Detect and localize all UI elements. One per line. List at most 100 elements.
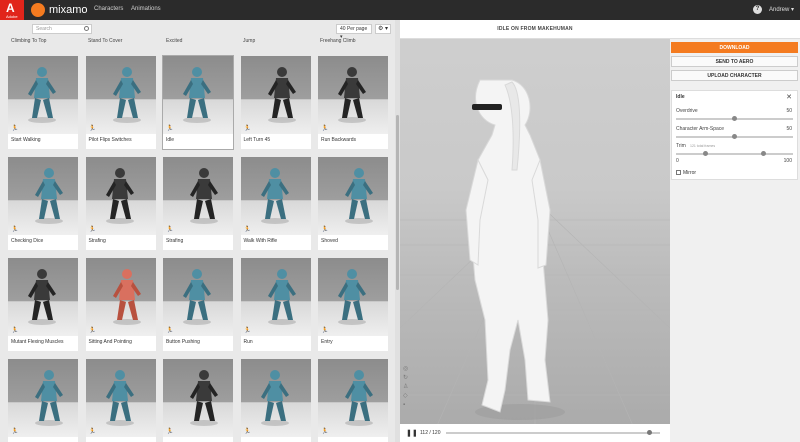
nav-characters[interactable]: Characters: [94, 6, 123, 12]
animation-thumbnail[interactable]: [8, 258, 78, 336]
download-button[interactable]: DOWNLOAD: [671, 42, 798, 53]
user-menu[interactable]: Andrew ▾: [769, 6, 794, 13]
animation-card[interactable]: 🏃 Strafing: [85, 157, 156, 250]
animation-card[interactable]: 🏃 Strafing: [163, 157, 233, 250]
animation-type-icon: 🏃: [166, 126, 174, 132]
animation-thumbnail[interactable]: [163, 258, 233, 336]
animation-type-icon: 🏃: [11, 126, 19, 132]
animation-thumbnail[interactable]: [240, 359, 311, 437]
trim-start-handle[interactable]: [702, 151, 708, 156]
animation-card[interactable]: 🏃 Walk With Rifle: [240, 157, 311, 250]
animation-thumbnail[interactable]: [85, 359, 156, 437]
animation-card[interactable]: 🏃 Idle: [163, 56, 233, 149]
animation-card[interactable]: 🏃: [318, 359, 388, 442]
adobe-logo[interactable]: A Adobe: [0, 0, 24, 20]
animation-card[interactable]: 🏃 Entry: [318, 258, 388, 351]
search-icon[interactable]: [84, 26, 89, 31]
card-label: Run: [243, 339, 253, 345]
card-label[interactable]: Stand To Cover: [88, 38, 122, 44]
overdrive-slider-handle[interactable]: [732, 116, 737, 121]
animation-thumbnail[interactable]: [318, 258, 388, 336]
animation-type-icon: 🏃: [166, 429, 174, 435]
animation-card[interactable]: 🏃 Run Backwards: [318, 56, 388, 149]
send-to-aero-button[interactable]: SEND TO AERO: [671, 56, 798, 67]
card-label[interactable]: Freehang Climb: [320, 38, 356, 44]
help-icon[interactable]: ?: [753, 5, 762, 14]
animation-card[interactable]: 🏃: [8, 359, 78, 442]
camera-icon[interactable]: ◎: [403, 365, 408, 374]
card-label[interactable]: Climbing To Top: [11, 38, 46, 44]
animation-card[interactable]: 🏃 Start Walking: [8, 56, 78, 149]
animation-thumbnail[interactable]: [318, 157, 388, 235]
animation-thumbnail[interactable]: [8, 157, 78, 235]
animation-thumbnail[interactable]: [163, 157, 233, 235]
adobe-mark: A: [6, 1, 15, 15]
animation-thumbnail[interactable]: [85, 157, 156, 235]
animation-thumbnail[interactable]: [318, 56, 388, 134]
animation-thumbnail[interactable]: [85, 258, 156, 336]
animation-thumbnail[interactable]: [240, 56, 311, 134]
mixamo-logo-icon: [31, 3, 45, 17]
animation-thumbnail[interactable]: [240, 258, 311, 336]
arm-space-slider-handle[interactable]: [732, 134, 737, 139]
search-placeholder: Search: [36, 26, 52, 32]
card-label: Run Backwards: [321, 137, 357, 143]
skeleton-icon[interactable]: ♙: [403, 383, 408, 392]
animation-type-icon: 🏃: [166, 328, 174, 334]
figure-silhouette: [105, 168, 134, 224]
animation-thumbnail[interactable]: [163, 56, 233, 134]
record-icon[interactable]: ▪: [403, 401, 408, 410]
nav-animations[interactable]: Animations: [131, 6, 161, 12]
brand-name[interactable]: mixamo: [49, 3, 88, 17]
light-icon[interactable]: ◇: [403, 392, 408, 401]
card-label: Mutant Flexing Muscles: [11, 339, 64, 345]
gear-icon[interactable]: ⚙ ▾: [375, 24, 391, 34]
arm-space-slider[interactable]: [676, 134, 793, 139]
pause-icon[interactable]: ❚❚: [406, 429, 418, 437]
figure-silhouette: [183, 67, 211, 123]
animation-card[interactable]: 🏃 Sitting And Pointing: [85, 258, 156, 351]
animation-card[interactable]: 🏃 Shoved: [318, 157, 388, 250]
trim-end-handle[interactable]: [761, 151, 767, 156]
per-page-select[interactable]: 40 Per page ▾: [336, 24, 372, 40]
rotate-icon[interactable]: ↻: [403, 374, 408, 383]
animation-card[interactable]: 🏃: [240, 359, 311, 442]
figure-silhouette: [345, 370, 373, 426]
3d-viewport[interactable]: [400, 20, 670, 442]
overdrive-slider[interactable]: [676, 116, 793, 121]
timeline-track[interactable]: [446, 432, 660, 434]
animation-type-icon: 🏃: [88, 126, 96, 132]
card-label: Strafing: [166, 238, 184, 244]
mirror-checkbox[interactable]: [676, 170, 681, 175]
animation-type-icon: 🏃: [166, 227, 174, 233]
animation-card[interactable]: 🏃: [85, 359, 156, 442]
viewer-title: IDLE ON FROM MAKEHUMAN: [497, 26, 573, 32]
scrollbar-thumb[interactable]: [396, 115, 399, 290]
close-icon[interactable]: ✕: [786, 93, 792, 101]
card-label[interactable]: Excited: [166, 38, 182, 44]
top-bar: A Adobe mixamo Characters Animations ? A…: [0, 0, 800, 20]
animation-thumbnail[interactable]: [8, 359, 78, 437]
card-label: Pilot Flips Switches: [88, 137, 132, 143]
animation-card[interactable]: 🏃 Button Pushing: [163, 258, 233, 351]
overdrive-label: Overdrive: [676, 108, 698, 114]
card-label[interactable]: Jump: [243, 38, 255, 44]
timeline-knob[interactable]: [647, 430, 652, 435]
animation-thumbnail[interactable]: [8, 56, 78, 134]
animation-thumbnail[interactable]: [163, 359, 233, 437]
card-label: Left Turn 45: [243, 137, 271, 143]
animation-card[interactable]: 🏃: [163, 359, 233, 442]
animation-card[interactable]: 🏃 Mutant Flexing Muscles: [8, 258, 78, 351]
animation-thumbnail[interactable]: [318, 359, 388, 437]
figure-silhouette: [190, 168, 218, 224]
animation-card[interactable]: 🏃 Left Turn 45: [240, 56, 311, 149]
animation-card[interactable]: 🏃 Checking Dice: [8, 157, 78, 250]
trim-slider[interactable]: [676, 151, 793, 156]
animation-thumbnail[interactable]: [240, 157, 311, 235]
upload-character-button[interactable]: UPLOAD CHARACTER: [671, 70, 798, 81]
search-input[interactable]: Search: [32, 24, 92, 34]
animation-thumbnail[interactable]: [85, 56, 156, 134]
adobe-label: Adobe: [6, 14, 18, 19]
animation-card[interactable]: 🏃 Pilot Flips Switches: [85, 56, 156, 149]
animation-card[interactable]: 🏃 Run: [240, 258, 311, 351]
